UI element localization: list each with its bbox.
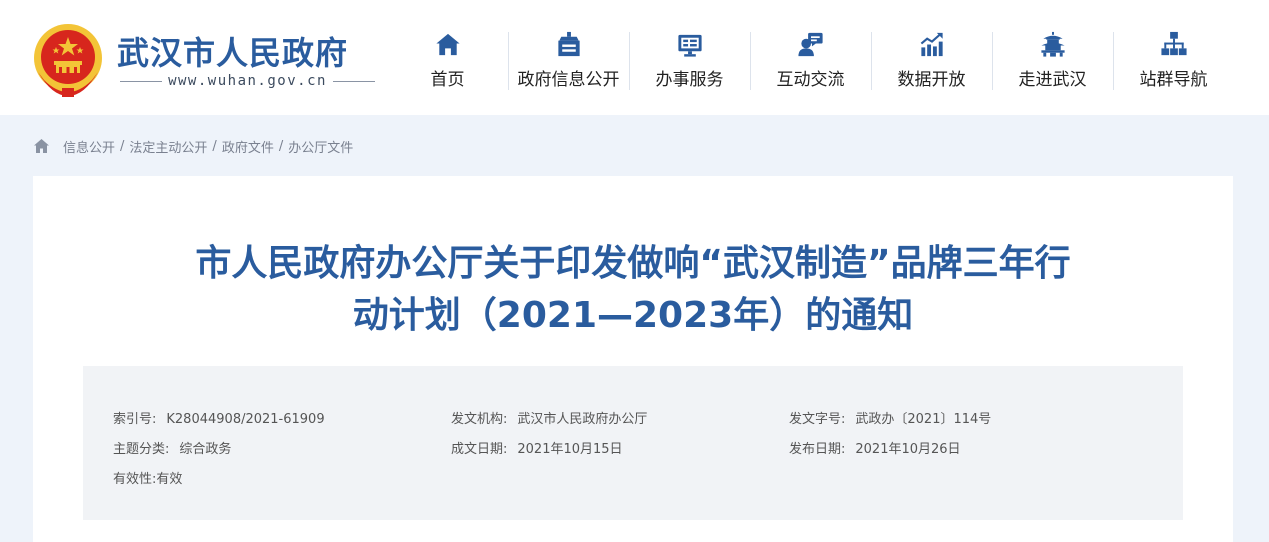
notice-board-icon bbox=[557, 31, 580, 57]
site-url-row: www.wuhan.gov.cn bbox=[120, 72, 376, 90]
article-title-line-2: 动计划（2021—2023年）的通知 bbox=[352, 295, 914, 336]
nav-label-site-nav: 站群导航 bbox=[1139, 70, 1208, 90]
meta-key: 索引号: bbox=[113, 412, 157, 427]
meta-topic: 主题分类: 综合政务 bbox=[113, 438, 231, 457]
nav-label-home: 首页 bbox=[430, 70, 465, 90]
nav-item-services[interactable]: 办事服务 bbox=[629, 30, 750, 90]
monitor-icon bbox=[677, 34, 702, 57]
nav-item-home[interactable]: 首页 bbox=[387, 30, 508, 90]
document-metadata: 索引号: K28044908/2021-61909 发文机构: 武汉市人民政府办公厅… bbox=[83, 366, 1183, 520]
meta-value: 有效 bbox=[156, 472, 183, 487]
meta-key: 发文机构: bbox=[451, 412, 508, 427]
meta-key: 发布日期: bbox=[789, 442, 846, 457]
nav-item-interaction[interactable]: 互动交流 bbox=[750, 30, 871, 90]
bar-chart-icon bbox=[920, 32, 943, 57]
nav-label-open-data: 数据开放 bbox=[897, 70, 966, 90]
meta-index-no: 索引号: K28044908/2021-61909 bbox=[113, 408, 325, 427]
site-header: 武汉市人民政府 www.wuhan.gov.cn 首页 政府信息公开 办事服务 … bbox=[0, 0, 1269, 115]
meta-value: 综合政务 bbox=[179, 442, 232, 457]
breadcrumb-home-icon[interactable] bbox=[33, 138, 50, 154]
national-emblem-icon[interactable] bbox=[32, 22, 104, 98]
article-title: 市人民政府办公厅关于印发做响“武汉制造”品牌三年行 动计划（2021—2023年… bbox=[83, 238, 1183, 342]
site-url: www.wuhan.gov.cn bbox=[168, 73, 327, 89]
breadcrumb: 信息公开 / 法定主动公开 / 政府文件 / 办公厅文件 bbox=[33, 136, 353, 156]
nav-item-site-nav[interactable]: 站群导航 bbox=[1113, 30, 1234, 90]
meta-value: 2021年10月26日 bbox=[855, 442, 961, 457]
url-divider-left bbox=[120, 80, 163, 82]
article-title-line-1: 市人民政府办公厅关于印发做响“武汉制造”品牌三年行 bbox=[195, 243, 1071, 284]
breadcrumb-separator: / bbox=[212, 138, 217, 154]
breadcrumb-gov-docs[interactable]: 政府文件 bbox=[222, 137, 274, 156]
meta-key: 有效性: bbox=[113, 472, 157, 487]
meta-written-date: 成文日期: 2021年10月15日 bbox=[451, 438, 623, 457]
chat-user-icon bbox=[797, 32, 823, 57]
nav-item-open-data[interactable]: 数据开放 bbox=[871, 30, 992, 90]
meta-key: 发文字号: bbox=[789, 412, 846, 427]
nav-item-about-wuhan[interactable]: 走进武汉 bbox=[992, 30, 1113, 90]
meta-key: 成文日期: bbox=[451, 442, 508, 457]
sitemap-icon bbox=[1160, 31, 1187, 56]
breadcrumb-separator: / bbox=[120, 138, 125, 154]
meta-row: 主题分类: 综合政务 成文日期: 2021年10月15日 发布日期: 2021年10月… bbox=[113, 438, 1173, 458]
breadcrumb-office-docs[interactable]: 办公厅文件 bbox=[288, 137, 353, 156]
meta-doc-no: 发文字号: 武政办〔2021〕114号 bbox=[789, 408, 991, 427]
breadcrumb-info-open[interactable]: 信息公开 bbox=[63, 137, 115, 156]
nav-label-gov-info: 政府信息公开 bbox=[517, 70, 620, 90]
main-nav: 首页 政府信息公开 办事服务 互动交流 数据开放 走进武汉 站群导航 bbox=[387, 30, 1234, 90]
nav-item-gov-info[interactable]: 政府信息公开 bbox=[508, 30, 629, 90]
meta-value: 武政办〔2021〕114号 bbox=[855, 412, 992, 427]
nav-label-about-wuhan: 走进武汉 bbox=[1018, 70, 1087, 90]
meta-row: 索引号: K28044908/2021-61909 发文机构: 武汉市人民政府办公厅… bbox=[113, 408, 1173, 428]
breadcrumb-separator: / bbox=[278, 138, 284, 154]
site-name[interactable]: 武汉市人民政府 bbox=[117, 28, 348, 74]
meta-value: K28044908/2021-61909 bbox=[166, 412, 325, 427]
home-icon bbox=[435, 33, 460, 56]
meta-row: 有效性:有效 bbox=[113, 468, 1173, 488]
meta-key: 主题分类: bbox=[113, 442, 170, 457]
nav-label-services: 办事服务 bbox=[655, 70, 724, 90]
meta-publish-date: 发布日期: 2021年10月26日 bbox=[789, 438, 961, 457]
nav-label-interaction: 互动交流 bbox=[776, 70, 845, 90]
meta-value: 武汉市人民政府办公厅 bbox=[517, 412, 648, 427]
meta-issuer: 发文机构: 武汉市人民政府办公厅 bbox=[451, 408, 647, 427]
meta-validity: 有效性:有效 bbox=[113, 468, 182, 487]
pavilion-icon bbox=[1040, 31, 1065, 57]
url-divider-right bbox=[332, 80, 376, 82]
meta-value: 2021年10月15日 bbox=[517, 442, 623, 457]
breadcrumb-statutory[interactable]: 法定主动公开 bbox=[129, 137, 207, 156]
